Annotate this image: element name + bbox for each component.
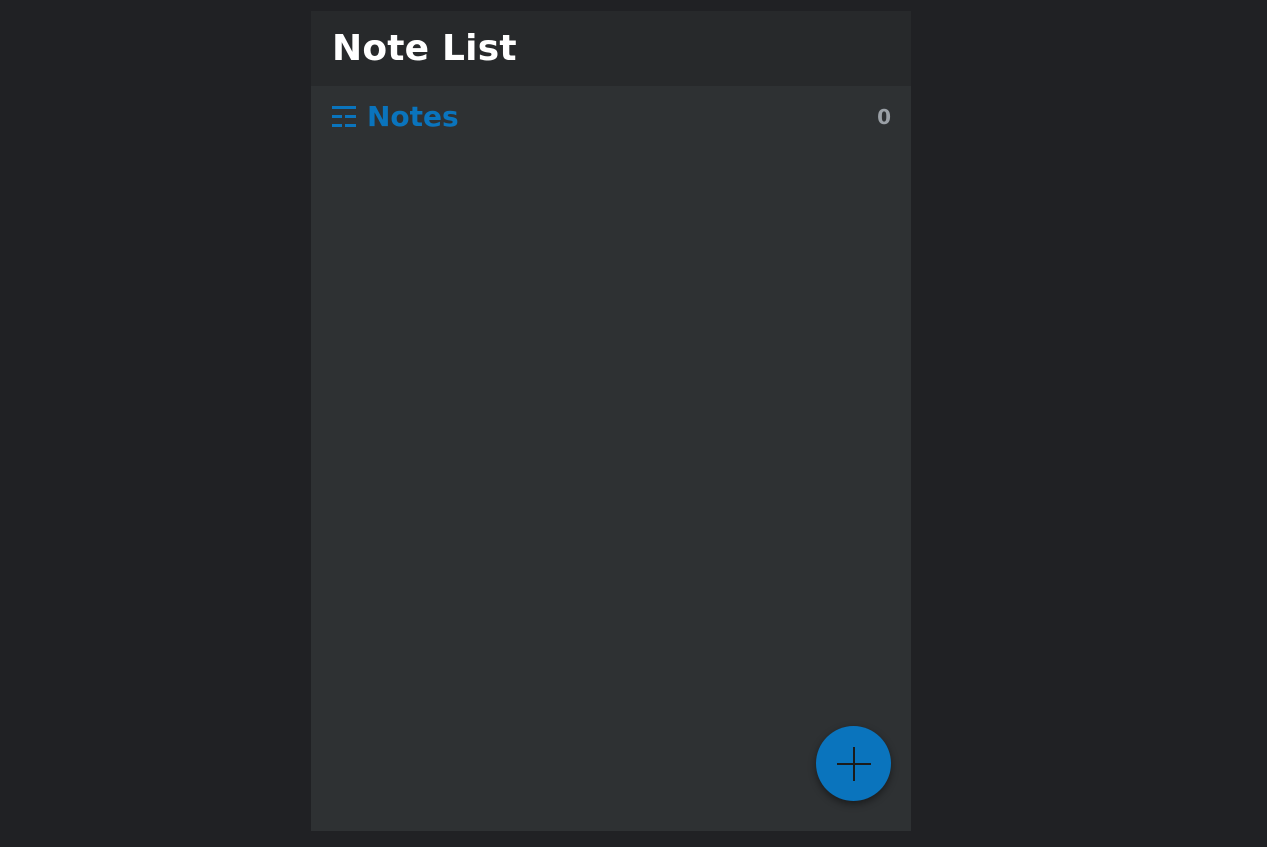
page-title: Note List	[332, 27, 517, 69]
notes-list-header: Notes 0	[311, 86, 911, 148]
notes-count-badge: 0	[877, 105, 891, 129]
list-icon	[332, 105, 356, 129]
add-note-button[interactable]	[816, 726, 891, 801]
app-header: Note List	[311, 11, 911, 86]
plus-icon	[834, 744, 874, 784]
notes-list-title: Notes	[367, 100, 459, 133]
notes-list-heading: Notes	[332, 103, 459, 131]
note-list-app: Note List Notes 0	[311, 11, 911, 831]
